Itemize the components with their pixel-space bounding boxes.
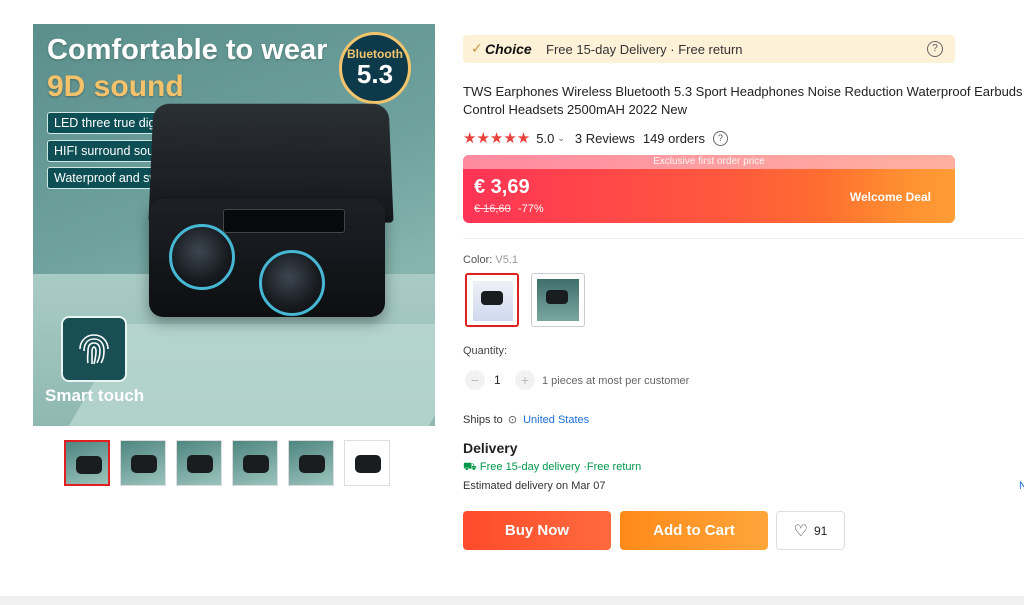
- ships-to-row: Ships to ⊙ United States: [463, 413, 589, 426]
- product-title: TWS Earphones Wireless Bluetooth 5.3 Spo…: [463, 84, 1023, 117]
- led-display: [223, 209, 345, 233]
- thumbnail-3[interactable]: [176, 440, 222, 486]
- thumbnail-6-image: [355, 455, 381, 473]
- thumbnail-strip: [64, 440, 390, 486]
- quantity-label: Quantity:: [463, 345, 508, 357]
- color-swatch-2[interactable]: [531, 273, 585, 327]
- thumbnail-1[interactable]: [64, 440, 110, 486]
- left-earbud: [169, 224, 235, 290]
- thumbnail-6[interactable]: [344, 440, 390, 486]
- thumbnail-5[interactable]: [288, 440, 334, 486]
- quantity-value[interactable]: 1: [494, 373, 501, 387]
- smart-touch-label: Smart touch: [45, 386, 145, 405]
- right-earbud: [259, 250, 325, 316]
- section-divider: [463, 238, 1024, 239]
- thumbnail-2[interactable]: [120, 440, 166, 486]
- thumbnail-4[interactable]: [232, 440, 278, 486]
- quantity-limit-note: 1 pieces at most per customer: [542, 375, 690, 387]
- bluetooth-badge-version: 5.3: [356, 59, 394, 89]
- swatch-1-device: [481, 291, 503, 305]
- estimated-delivery: Estimated delivery on Mar 07: [463, 480, 606, 492]
- main-product-image[interactable]: Comfortable to wear 9D sound Bluetooth 5…: [33, 24, 435, 426]
- image-subheadline: 9D sound: [47, 70, 184, 103]
- current-price: € 3,69: [474, 176, 530, 198]
- delivery-title: Delivery: [463, 440, 518, 456]
- color-swatch-v5-1[interactable]: [465, 273, 519, 327]
- choice-banner: ✓ Choice Free 15-day Delivery · Free ret…: [463, 35, 955, 63]
- star-rating-icon: ★★★★★: [463, 130, 531, 147]
- ships-to-label: Ships to: [463, 414, 503, 426]
- thumbnail-4-image: [243, 455, 269, 473]
- thumbnail-5-image: [299, 455, 325, 473]
- add-to-cart-button[interactable]: Add to Cart: [620, 511, 768, 550]
- reviews-link[interactable]: 3 Reviews: [575, 131, 635, 146]
- ship-country-link[interactable]: United States: [523, 414, 589, 426]
- bluetooth-badge: Bluetooth 5.3: [339, 32, 411, 104]
- free-delivery-text: ⛟ Free 15-day delivery ·Free return: [463, 461, 642, 473]
- chevron-down-icon[interactable]: ⌄: [557, 133, 565, 144]
- thumbnail-3-image: [187, 455, 213, 473]
- checkmark-icon: ✓: [471, 40, 483, 56]
- orders-help-icon[interactable]: ?: [713, 130, 728, 146]
- discount-badge: -77%: [518, 203, 544, 215]
- heart-icon: ♡: [793, 522, 808, 540]
- choice-delivery-text: Free 15-day Delivery · Free return: [546, 42, 743, 57]
- wishlist-count: 91: [813, 523, 828, 538]
- rating-row: ★★★★★ 5.0 ⌄ 3 Reviews 149 orders ?: [463, 129, 728, 147]
- choice-tag: Choice: [485, 41, 532, 57]
- orders-count: 149 orders: [642, 130, 705, 146]
- buy-now-button[interactable]: Buy Now: [463, 511, 611, 550]
- welcome-deal-label: Welcome Deal: [849, 190, 931, 204]
- color-selected-value: V5.1: [495, 254, 519, 266]
- footer-strip: [0, 596, 1024, 605]
- quantity-plus-button[interactable]: +: [515, 370, 535, 390]
- fingerprint-icon: [61, 316, 127, 382]
- location-pin-icon: ⊙: [507, 414, 518, 426]
- quantity-minus-button[interactable]: −: [465, 370, 485, 390]
- rating-score[interactable]: 5.0: [536, 131, 554, 146]
- price-panel: Exclusive first order price € 3,69 € 16,…: [463, 155, 955, 223]
- help-icon[interactable]: ?: [927, 41, 943, 57]
- delivery-more-link[interactable]: N: [1019, 480, 1024, 492]
- exclusive-price-label: Exclusive first order price: [653, 156, 765, 167]
- thumbnail-1-image: [76, 456, 102, 474]
- color-label-text: Color:: [463, 254, 493, 266]
- color-label: Color: V5.1: [463, 254, 518, 266]
- image-headline: Comfortable to wear: [47, 34, 328, 66]
- thumbnail-2-image: [131, 455, 157, 473]
- swatch-2-device: [546, 290, 568, 304]
- original-price: € 16,60: [474, 203, 511, 215]
- wishlist-button[interactable]: ♡ 91: [776, 511, 845, 550]
